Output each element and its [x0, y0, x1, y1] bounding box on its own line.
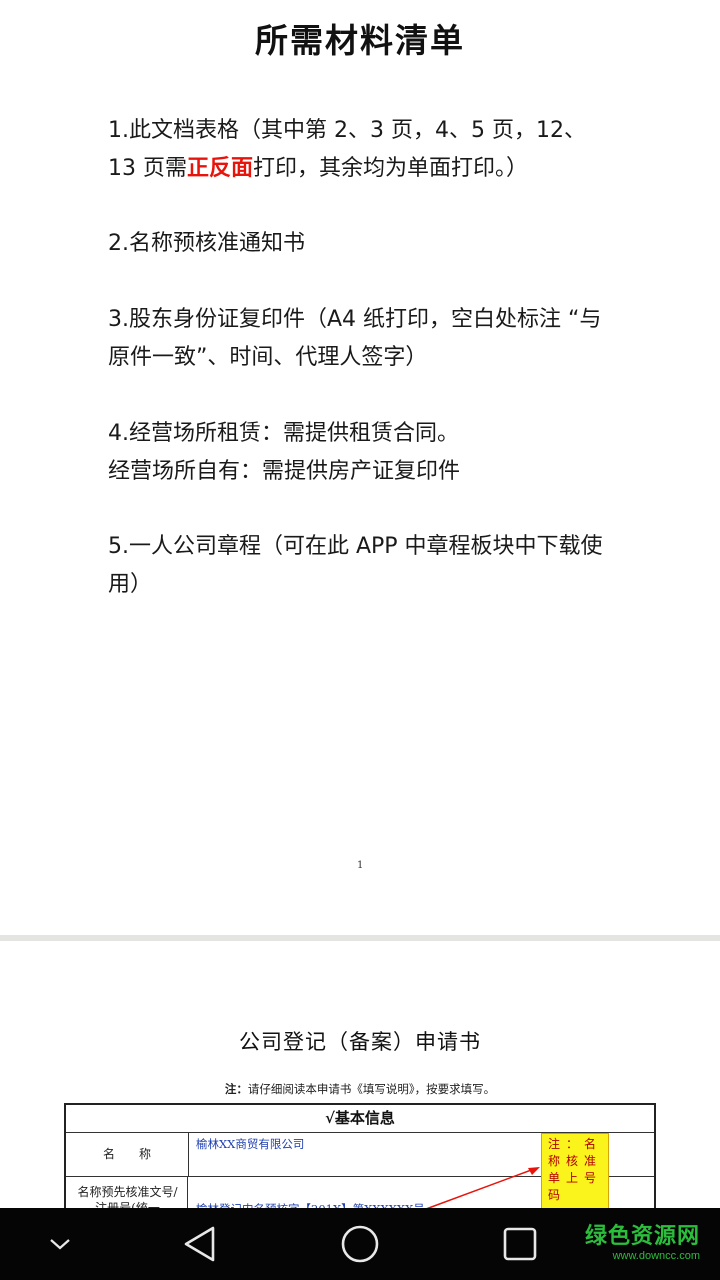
list-item-2: 2.名称预核准通知书	[108, 231, 305, 256]
row-label-name: 名 称	[66, 1132, 189, 1177]
item4-line2: 经营场所自有：需提供房产证复印件	[108, 459, 461, 484]
list-item-3: 3.股东身份证复印件（A4 纸打印，空白处标注 “与原件一致”、时间、代理人签字…	[108, 307, 602, 370]
chevron-down-icon	[50, 1239, 70, 1250]
annotation-box: 注：名称核准单上号码	[541, 1133, 609, 1213]
form-note-label: 注：	[224, 1082, 248, 1096]
form-note: 注：请仔细阅读本申请书《填写说明》，按要求填写。	[0, 1081, 720, 1097]
form-table: √基本信息 名 称 榆林XX商贸有限公司 名称预先核准文号/注册号(统一 榆林登…	[64, 1103, 656, 1236]
watermark-main: 绿色资源网	[584, 1224, 700, 1249]
back-icon	[184, 1226, 215, 1262]
nav-home-button[interactable]	[330, 1208, 390, 1280]
document-page-1[interactable]: 所需材料清单 1.此文档表格（其中第 2、3 页，4、5 页，12、13 页需正…	[0, 0, 720, 935]
watermark-url: www.downcc.com	[612, 1250, 700, 1262]
item4-line1: 4.经营场所租赁：需提供租赁合同。	[108, 421, 459, 446]
item1-text-b: 打印，其余均为单面打印。）	[253, 156, 529, 181]
list-item-4: 4.经营场所租赁：需提供租赁合同。 经营场所自有：需提供房产证复印件	[108, 415, 608, 491]
form-title: 公司登记（备案）申请书	[239, 1030, 481, 1054]
watermark: 绿色资源网 www.downcc.com	[585, 1218, 700, 1262]
section-header: √基本信息	[66, 1105, 654, 1133]
row-value-name: 榆林XX商贸有限公司	[196, 1137, 305, 1151]
page-number: 1	[357, 860, 364, 871]
item1-highlight: 正反面	[187, 156, 254, 181]
document-page-2[interactable]: 公司登记（备案）申请书 注：请仔细阅读本申请书《填写说明》，按要求填写。 √基本…	[0, 941, 720, 1236]
home-icon	[341, 1225, 379, 1263]
form-note-text: 请仔细阅读本申请书《填写说明》，按要求填写。	[247, 1082, 496, 1096]
nav-recents-button[interactable]	[490, 1208, 550, 1280]
nav-hide-keyboard-button[interactable]	[30, 1208, 90, 1280]
list-item-1: 1.此文档表格（其中第 2、3 页，4、5 页，12、13 页需正反面打印，其余…	[108, 112, 608, 188]
page-title: 所需材料清单	[255, 21, 465, 60]
recents-icon	[503, 1227, 537, 1261]
nav-back-button[interactable]	[170, 1208, 230, 1280]
list-item-5: 5.一人公司章程（可在此 APP 中章程板块中下载使用）	[108, 534, 603, 597]
